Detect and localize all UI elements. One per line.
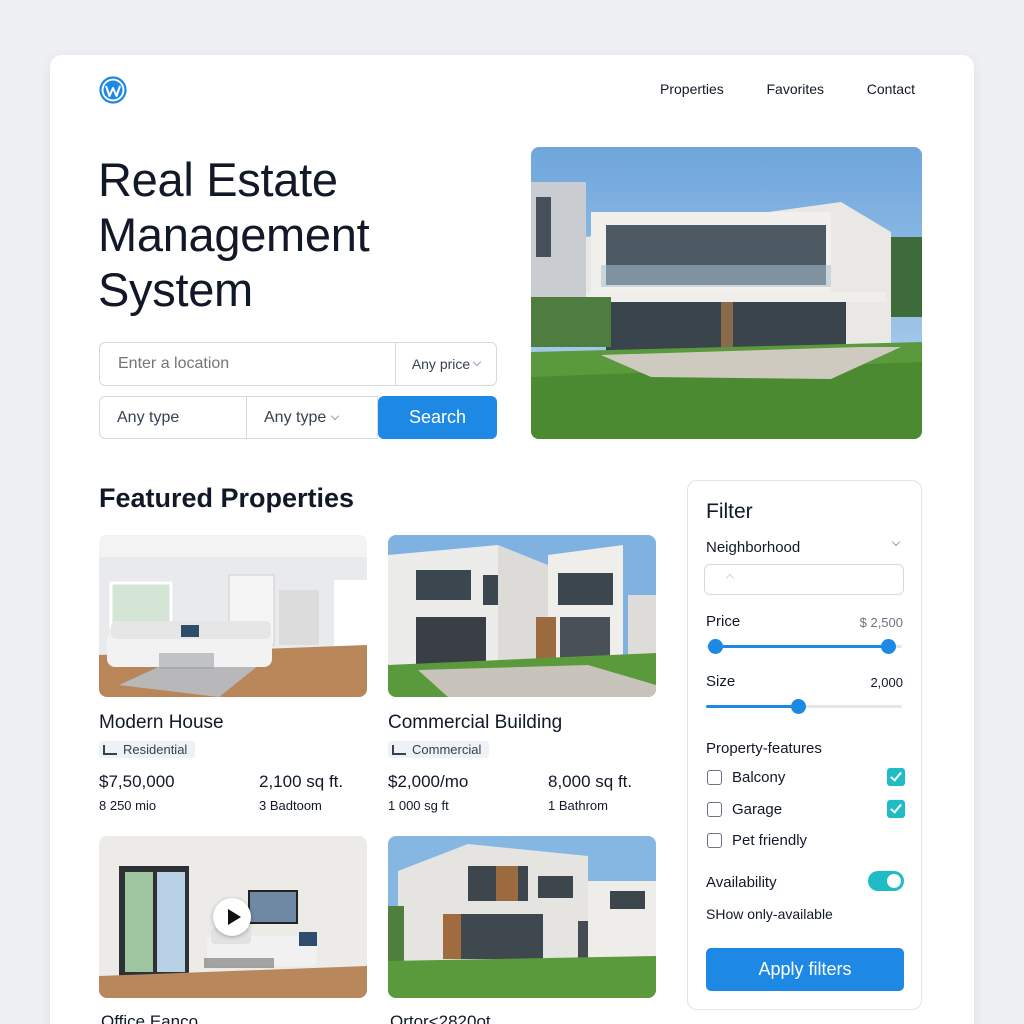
property-type-badge: Residential <box>99 741 196 758</box>
search-row-location: Any price <box>99 342 497 386</box>
property-size: 2,100 sq ft. <box>259 771 344 791</box>
nav-contact[interactable]: Contact <box>867 81 915 101</box>
price-value: $ 2,500 <box>859 615 903 630</box>
property-card[interactable]: Commercial Building Commercial $2,000/mo… <box>388 535 656 813</box>
checkmark-icon[interactable] <box>887 800 905 818</box>
property-name: Ortor<2820ot <box>390 1012 491 1024</box>
top-nav: Properties Favorites Contact <box>620 81 920 101</box>
price-slider-fill <box>715 645 889 648</box>
checkmark-icon[interactable] <box>887 768 905 786</box>
features-label: Property-features <box>706 740 822 757</box>
size-slider[interactable] <box>706 699 902 714</box>
property-price: $2,000/mo <box>388 771 469 791</box>
property-card[interactable]: Ortor<2820ot <box>388 836 656 1024</box>
chevron-down-icon[interactable] <box>891 537 901 547</box>
price-slider-min-handle[interactable] <box>708 639 724 654</box>
nav-favorites[interactable]: Favorites <box>766 81 824 101</box>
wordpress-logo-icon[interactable] <box>99 76 127 104</box>
property-name: Office Eanco <box>101 1012 199 1024</box>
feature-pet-friendly[interactable]: Pet friendly <box>707 831 905 849</box>
location-input[interactable] <box>100 343 395 385</box>
checkbox[interactable] <box>707 832 722 848</box>
property-size: 8,000 sq ft. <box>548 771 633 791</box>
chevron-down-icon <box>472 357 482 367</box>
filter-title: Filter <box>706 500 753 523</box>
search-button[interactable]: Search <box>378 396 497 439</box>
title-line-2: Management <box>98 208 370 261</box>
feature-label: Pet friendly <box>732 831 808 849</box>
property-type-badge: Commercial <box>388 741 490 758</box>
property-stats: $7,50,000 2,100 sq ft. 8 250 mio 3 Badto… <box>99 772 367 813</box>
badge-label: Residential <box>123 742 188 757</box>
price-label: Price <box>706 613 741 630</box>
property-card[interactable]: Modern House Residential $7,50,000 2,100… <box>99 535 367 813</box>
neighborhood-label: Neighborhood <box>706 539 801 556</box>
play-icon[interactable] <box>213 898 251 936</box>
feature-garage[interactable]: Garage <box>707 800 905 818</box>
checkbox[interactable] <box>707 769 722 785</box>
size-slider-handle[interactable] <box>790 699 806 714</box>
apply-filters-button[interactable]: Apply filters <box>706 948 904 991</box>
featured-title: Featured Properties <box>99 483 355 513</box>
checkbox[interactable] <box>707 801 722 817</box>
building-icon <box>103 744 117 755</box>
filter-panel: Filter Neighborhood Price $ 2,500 Size 2… <box>687 480 922 1010</box>
feature-label: Garage <box>732 800 783 818</box>
size-label: Size <box>706 673 736 690</box>
feature-balcony[interactable]: Balcony <box>707 768 905 786</box>
title-line-3: System <box>98 263 253 316</box>
search-row-type: Any type Any type Search <box>99 396 497 439</box>
type-select-2-value: Any type <box>264 408 327 426</box>
building-icon <box>392 744 406 755</box>
property-stats: $2,000/mo 8,000 sq ft. 1 000 sg ft 1 Bat… <box>388 772 656 813</box>
badge-label: Commercial <box>412 742 482 757</box>
property-image <box>388 836 656 998</box>
size-slider-fill <box>706 705 799 708</box>
chevron-up-icon <box>725 573 735 583</box>
availability-label: Availability <box>706 874 777 891</box>
property-image <box>99 836 367 998</box>
hero-house-image <box>531 147 922 439</box>
type-select-1-value: Any type <box>117 408 180 426</box>
chevron-down-icon <box>331 411 340 420</box>
property-detail-2: 1 Bathrom <box>548 797 608 813</box>
property-price: $7,50,000 <box>99 771 175 791</box>
price-slider-max-handle[interactable] <box>880 639 896 654</box>
property-image <box>388 535 656 697</box>
show-only-available-label: SHow only-available <box>706 906 833 922</box>
neighborhood-select[interactable] <box>704 564 904 595</box>
nav-properties[interactable]: Properties <box>660 81 724 101</box>
property-detail-1: 1 000 sg ft <box>388 797 449 813</box>
type-select-1[interactable]: Any type <box>99 396 247 439</box>
property-card[interactable]: Office Eanco <box>99 836 367 1024</box>
availability-toggle[interactable] <box>868 871 904 891</box>
size-value: 2,000 <box>870 675 903 690</box>
price-select-value: Any price <box>411 356 471 372</box>
property-name: Modern House <box>99 712 224 733</box>
property-detail-2: 3 Badtoom <box>259 797 322 813</box>
property-name: Commercial Building <box>388 712 563 733</box>
price-slider[interactable] <box>706 639 902 654</box>
property-detail-1: 8 250 mio <box>99 797 157 813</box>
feature-label: Balcony <box>732 768 786 786</box>
property-image <box>99 535 367 697</box>
price-select[interactable]: Any price <box>395 343 496 385</box>
page-title: Real Estate Management System <box>98 152 498 317</box>
title-line-1: Real Estate <box>98 153 338 206</box>
type-select-2[interactable]: Any type <box>247 396 378 439</box>
